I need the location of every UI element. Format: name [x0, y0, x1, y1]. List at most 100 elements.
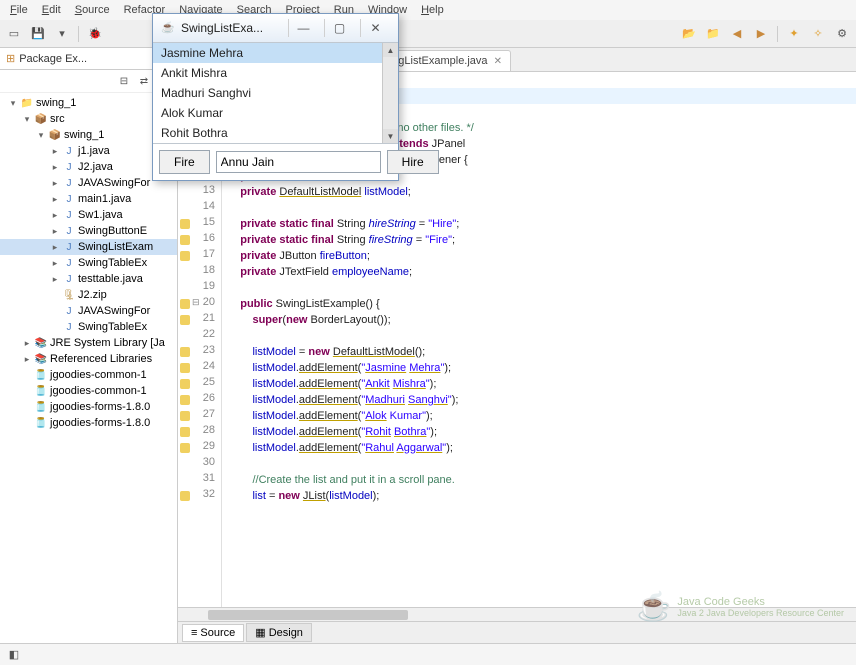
- save-icon[interactable]: 💾: [28, 24, 48, 44]
- jar-icon: 🫙: [34, 400, 48, 414]
- collapse-all-icon[interactable]: ⊟: [115, 72, 133, 90]
- list-item[interactable]: Rohit Bothra: [153, 123, 382, 143]
- swing-dialog: ☕ SwingListExa... — ▢ ✕ Jasmine MehraAnk…: [152, 13, 399, 181]
- maximize-button[interactable]: ▢: [324, 19, 354, 37]
- debug-icon[interactable]: 🐞: [85, 24, 105, 44]
- list-item[interactable]: Madhuri Sanghvi: [153, 83, 382, 103]
- lib-icon: 📚: [34, 336, 48, 350]
- tree-twisty-icon[interactable]: ▸: [50, 210, 60, 221]
- tree-twisty-icon[interactable]: ▸: [50, 274, 60, 285]
- list-item[interactable]: Alok Kumar: [153, 103, 382, 123]
- tree-node-jgoodies-common-1[interactable]: 🫙jgoodies-common-1: [0, 383, 177, 399]
- tree-node-swinglistexam[interactable]: ▸JSwingListExam: [0, 239, 177, 255]
- gear-icon[interactable]: ⚙: [832, 24, 852, 44]
- tree-twisty-icon[interactable]: ▸: [50, 146, 60, 157]
- tree-twisty-icon[interactable]: ▸: [22, 354, 32, 365]
- star-icon[interactable]: ✦: [784, 24, 804, 44]
- fire-button[interactable]: Fire: [159, 150, 210, 174]
- tree-node-swingbuttone[interactable]: ▸JSwingButtonE: [0, 223, 177, 239]
- tree-node-javaswingfor[interactable]: ▸JJAVASwingFor: [0, 175, 177, 191]
- main-area: ⊞ Package Ex... ✕ ⊟ ⇄ ▾ ▾📁swing_1▾📦src▾📦…: [0, 48, 856, 643]
- tree-twisty-icon[interactable]: ▾: [36, 130, 46, 141]
- tree-node-jgoodies-common-1[interactable]: 🫙jgoodies-common-1: [0, 367, 177, 383]
- java-icon: J: [62, 304, 76, 318]
- tree-twisty-icon[interactable]: ▾: [8, 98, 18, 109]
- tree-label: testtable.java: [78, 273, 143, 285]
- pkg-icon: 📦: [48, 128, 62, 142]
- java-cup-icon: ☕: [161, 21, 175, 35]
- minimize-button[interactable]: —: [288, 19, 318, 37]
- tree-label: JAVASwingFor: [78, 177, 150, 189]
- tree-label: swing_1: [36, 97, 76, 109]
- bottom-tab-source[interactable]: ≡Source: [182, 624, 244, 642]
- dialog-button-row: Fire Hire: [153, 144, 398, 180]
- tree-label: main1.java: [78, 193, 131, 205]
- scroll-down-icon[interactable]: ▼: [383, 129, 398, 143]
- star2-icon[interactable]: ✧: [808, 24, 828, 44]
- close-button[interactable]: ✕: [360, 19, 390, 37]
- dropdown-icon[interactable]: ▾: [52, 24, 72, 44]
- menu-edit[interactable]: Edit: [36, 2, 67, 18]
- tree-node-swingtableex[interactable]: ▸JSwingTableEx: [0, 255, 177, 271]
- dialog-title-text: SwingListExa...: [181, 21, 282, 35]
- tree-node-swing_1[interactable]: ▾📁swing_1: [0, 95, 177, 111]
- open-folder-icon[interactable]: 📂: [679, 24, 699, 44]
- hire-button[interactable]: Hire: [387, 150, 439, 174]
- menu-source[interactable]: Source: [69, 2, 116, 18]
- tree-node-j1-java[interactable]: ▸Jj1.java: [0, 143, 177, 159]
- tree-node-referenced-libraries[interactable]: ▸📚Referenced Libraries: [0, 351, 177, 367]
- tree-node-jgoodies-forms-1-8-0[interactable]: 🫙jgoodies-forms-1.8.0: [0, 415, 177, 431]
- tree-twisty-icon[interactable]: ▸: [50, 178, 60, 189]
- status-bar: ◧: [0, 643, 856, 665]
- tree-twisty-icon[interactable]: ▾: [22, 114, 32, 125]
- tree-node-sw1-java[interactable]: ▸JSw1.java: [0, 207, 177, 223]
- tree-node-j2-zip[interactable]: 🗜J2.zip: [0, 287, 177, 303]
- tree-label: jgoodies-forms-1.8.0: [50, 401, 150, 413]
- tree-node-jre-system-library-ja[interactable]: ▸📚JRE System Library [Ja: [0, 335, 177, 351]
- main-toolbar: ▭ 💾 ▾ 🐞 📂 📁 ◀ ▶ ✦ ✧ ⚙: [0, 20, 856, 48]
- tree-label: JRE System Library [Ja: [50, 337, 165, 349]
- java-icon: J: [62, 176, 76, 190]
- menu-help[interactable]: Help: [415, 2, 450, 18]
- status-icon[interactable]: ◧: [4, 645, 24, 665]
- tree-label: SwingListExam: [78, 241, 153, 253]
- tree-twisty-icon[interactable]: ▸: [50, 242, 60, 253]
- java-icon: J: [62, 240, 76, 254]
- lib-icon: 📚: [34, 352, 48, 366]
- nav-back-icon[interactable]: ◀: [727, 24, 747, 44]
- list-item[interactable]: Ankit Mishra: [153, 63, 382, 83]
- horizontal-scrollbar[interactable]: [178, 607, 856, 621]
- scroll-up-icon[interactable]: ▲: [383, 43, 398, 57]
- tree-node-testtable-java[interactable]: ▸Jtesttable.java: [0, 271, 177, 287]
- project-tree[interactable]: ▾📁swing_1▾📦src▾📦swing_1▸Jj1.java▸JJ2.jav…: [0, 93, 177, 643]
- tree-node-j2-java[interactable]: ▸JJ2.java: [0, 159, 177, 175]
- list-scrollbar[interactable]: ▲ ▼: [382, 43, 398, 143]
- tree-twisty-icon[interactable]: ▸: [50, 226, 60, 237]
- tree-node-swing_1[interactable]: ▾📦swing_1: [0, 127, 177, 143]
- tree-node-jgoodies-forms-1-8-0[interactable]: 🫙jgoodies-forms-1.8.0: [0, 399, 177, 415]
- menu-file[interactable]: File: [4, 2, 34, 18]
- tree-twisty-icon[interactable]: ▸: [50, 162, 60, 173]
- employee-name-input[interactable]: [216, 151, 381, 173]
- java-icon: J: [62, 192, 76, 206]
- tree-node-javaswingfor[interactable]: JJAVASwingFor: [0, 303, 177, 319]
- tree-twisty-icon[interactable]: ▸: [50, 258, 60, 269]
- tree-node-swingtableex[interactable]: JSwingTableEx: [0, 319, 177, 335]
- dialog-titlebar[interactable]: ☕ SwingListExa... — ▢ ✕: [153, 14, 398, 43]
- folder-icon[interactable]: 📁: [703, 24, 723, 44]
- tree-node-main1-java[interactable]: ▸Jmain1.java: [0, 191, 177, 207]
- java-icon: J: [62, 144, 76, 158]
- bottom-tab-design[interactable]: ▦Design: [246, 623, 312, 642]
- tree-label: jgoodies-common-1: [50, 385, 147, 397]
- tree-twisty-icon[interactable]: ▸: [22, 338, 32, 349]
- tree-node-src[interactable]: ▾📦src: [0, 111, 177, 127]
- tab-close-icon[interactable]: ✕: [494, 56, 502, 67]
- new-icon[interactable]: ▭: [4, 24, 24, 44]
- java-icon: J: [62, 208, 76, 222]
- tree-twisty-icon[interactable]: ▸: [50, 194, 60, 205]
- list-item[interactable]: Jasmine Mehra: [153, 43, 382, 63]
- link-editor-icon[interactable]: ⇄: [135, 72, 153, 90]
- employee-list[interactable]: Jasmine MehraAnkit MishraMadhuri Sanghvi…: [153, 43, 398, 144]
- nav-fwd-icon[interactable]: ▶: [751, 24, 771, 44]
- tree-label: Referenced Libraries: [50, 353, 152, 365]
